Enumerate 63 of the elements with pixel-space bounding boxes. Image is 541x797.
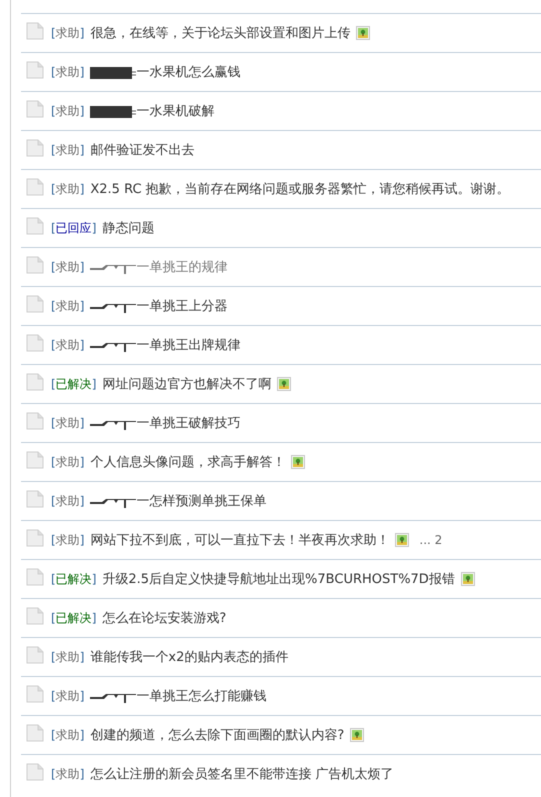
- thread-title[interactable]: 很急，在线等，关于论坛头部设置和图片上传: [90, 24, 350, 42]
- document-icon: [26, 100, 44, 118]
- thread-title[interactable]: 一水果机破解: [136, 102, 214, 120]
- thread-title[interactable]: 创建的频道，怎么去除下面画圈的默认内容?: [90, 726, 344, 744]
- thread-title[interactable]: 谁能传我一个x2的贴内表态的插件: [90, 648, 288, 666]
- document-icon: [26, 490, 44, 508]
- thread-type-tag[interactable]: [求助]: [51, 180, 84, 198]
- thread-title[interactable]: 一单挑王破解技巧: [136, 414, 240, 432]
- document-icon: [26, 295, 44, 313]
- thread-type-tag[interactable]: [求助]: [51, 142, 84, 158]
- thread-title[interactable]: 怎么让注册的新会员签名里不能带连接 广告机太烦了: [90, 765, 394, 783]
- redaction-mark: [90, 66, 136, 78]
- thread-title[interactable]: 一单挑王的规律: [136, 258, 228, 276]
- thread-title[interactable]: 静态问题: [102, 219, 154, 237]
- thread-type-tag[interactable]: [求助]: [51, 492, 84, 510]
- document-icon: [26, 763, 44, 781]
- thread-title[interactable]: 邮件验证发不出去: [90, 141, 194, 159]
- thread-type-tag[interactable]: [求助]: [51, 258, 84, 276]
- thread-title[interactable]: 怎么在论坛安装游戏?: [102, 609, 226, 627]
- thread-type-tag[interactable]: [求助]: [51, 64, 84, 80]
- thread-type-tag[interactable]: [求助]: [51, 414, 84, 432]
- thread-type-tag[interactable]: [求助]: [51, 726, 84, 744]
- thread-type-tag[interactable]: [已解决]: [51, 570, 96, 588]
- document-icon: [26, 685, 44, 703]
- document-icon: [26, 451, 44, 469]
- document-icon: [26, 22, 44, 40]
- thread-type-tag[interactable]: [已解决]: [51, 610, 96, 626]
- document-icon: [26, 334, 44, 352]
- thread-title[interactable]: 一水果机怎么赢钱: [136, 63, 240, 81]
- redaction-mark: [90, 104, 136, 118]
- thread-title[interactable]: 一单挑王怎么打能赚钱: [136, 687, 266, 705]
- thread-title[interactable]: 升级2.5后自定义快捷导航地址出现%7BCURHOST%7D报错: [102, 570, 455, 588]
- thread-title[interactable]: 网址问题边官方也解决不了啊: [102, 375, 272, 393]
- thread-type-tag[interactable]: [求助]: [51, 688, 84, 704]
- document-icon: [26, 529, 44, 547]
- document-icon: [26, 373, 44, 391]
- document-icon: [26, 568, 44, 586]
- document-icon: [26, 178, 44, 196]
- document-icon: [26, 61, 44, 79]
- thread-type-tag[interactable]: [求助]: [51, 532, 84, 548]
- thread-title[interactable]: 网站下拉不到底，可以一直拉下去！半夜再次求助！: [90, 531, 390, 549]
- thread-type-tag[interactable]: [求助]: [51, 648, 84, 666]
- document-icon: [26, 724, 44, 742]
- thread-type-tag[interactable]: [求助]: [51, 766, 84, 782]
- document-icon: [26, 139, 44, 157]
- document-icon: [26, 256, 44, 274]
- thread-type-tag[interactable]: [求助]: [51, 336, 84, 354]
- document-icon: [26, 607, 44, 625]
- thread-title[interactable]: 个人信息头像问题，求高手解答！: [90, 453, 286, 471]
- thread-type-tag[interactable]: [已回应]: [51, 220, 96, 236]
- thread-title[interactable]: 一单挑王出牌规律: [136, 336, 240, 354]
- page-link[interactable]: ... 2: [419, 533, 442, 547]
- thread-title[interactable]: X2.5 RC 抱歉，当前存在网络问题或服务器繁忙，请您稍候再试。谢谢。: [90, 180, 510, 198]
- thread-type-tag[interactable]: [求助]: [51, 102, 84, 120]
- thread-type-tag[interactable]: [已解决]: [51, 376, 96, 392]
- document-icon: [26, 217, 44, 235]
- thread-type-tag[interactable]: [求助]: [51, 298, 84, 314]
- thread-type-tag[interactable]: [求助]: [51, 24, 84, 42]
- thread-type-tag[interactable]: [求助]: [51, 454, 84, 470]
- document-icon: [26, 646, 44, 664]
- document-icon: [26, 412, 44, 430]
- thread-title[interactable]: 一怎样预测单挑王保单: [136, 492, 266, 510]
- thread-title[interactable]: 一单挑王上分器: [136, 297, 228, 315]
